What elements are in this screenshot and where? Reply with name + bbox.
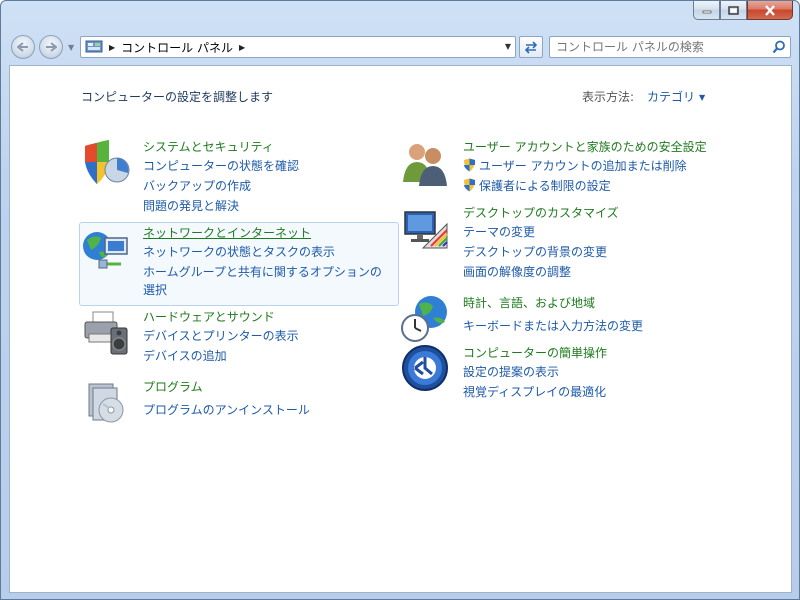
view-by-value: カテゴリ [647, 90, 696, 104]
maximize-button[interactable] [720, 1, 747, 20]
refresh-button[interactable] [519, 36, 543, 58]
users-icon [403, 144, 447, 186]
control-panel-icon [85, 40, 103, 53]
category-ease-of-access: コンピューターの簡単操作 設定の提案の表示 視覚ディスプレイの最適化 [401, 344, 741, 404]
forward-arrow-icon [46, 42, 57, 52]
uac-shield-icon [464, 178, 475, 192]
link-add-device[interactable]: デバイスの追加 [143, 347, 227, 364]
category-user-accounts: ユーザー アカウントと家族のための安全設定 ユーザー アカウントの追加または削除… [401, 138, 741, 194]
breadcrumb-control-panel[interactable]: コントロール パネル [121, 39, 233, 56]
refresh-icon [524, 41, 538, 54]
search-input[interactable] [550, 37, 762, 57]
close-icon [765, 4, 775, 16]
caption-buttons [693, 1, 793, 20]
category-title-network-internet[interactable]: ネットワークとインターネット [143, 224, 311, 241]
address-dropdown-icon[interactable]: ▼ [505, 42, 511, 51]
link-adjust-screen-resolution[interactable]: 画面の解像度の調整 [463, 263, 571, 280]
address-bar[interactable]: ▶ コントロール パネル ▶ ▼ [80, 36, 516, 58]
network-globe-icon [83, 232, 128, 269]
back-arrow-icon [17, 42, 28, 52]
link-parental-controls[interactable]: 保護者による制限の設定 [463, 177, 611, 194]
link-text: 保護者による制限の設定 [479, 179, 611, 193]
clock-globe-icon [401, 296, 447, 342]
view-by-label: 表示方法: [582, 90, 635, 104]
category-title-clock-language-region[interactable]: 時計、言語、および地域 [463, 294, 595, 311]
category-title-programs[interactable]: プログラム [143, 378, 203, 395]
minimize-icon [702, 10, 711, 14]
category-title-ease-of-access[interactable]: コンピューターの簡単操作 [463, 344, 607, 361]
link-uninstall-program[interactable]: プログラムのアンインストール [143, 401, 310, 418]
search-icon[interactable] [772, 40, 786, 54]
navigation-bar: ▼ ▶ コントロール パネル ▶ ▼ [1, 29, 799, 63]
link-add-remove-user-accounts[interactable]: ユーザー アカウントの追加または削除 [463, 157, 687, 174]
chevron-down-icon: ▼ [699, 93, 706, 102]
ease-of-access-icon [402, 345, 448, 391]
desktop-palette-icon [404, 211, 448, 249]
link-homegroup-sharing-options[interactable]: ホームグループと共有に関するオプションの [143, 263, 382, 280]
category-title-hardware-sound[interactable]: ハードウェアとサウンド [143, 308, 275, 325]
back-button[interactable] [11, 35, 35, 59]
category-title-desktop-customization[interactable]: デスクトップのカスタマイズ [463, 204, 619, 221]
minimize-button[interactable] [693, 1, 720, 20]
search-box[interactable] [549, 36, 791, 58]
category-title-system-security[interactable]: システムとセキュリティ [143, 138, 274, 155]
category-system-security: システムとセキュリティ コンピューターの状態を確認 バックアップの作成 問題の発… [81, 138, 401, 213]
forward-button[interactable] [39, 35, 63, 59]
link-view-devices-printers[interactable]: デバイスとプリンターの表示 [143, 327, 299, 344]
link-change-desktop-background[interactable]: デスクトップの背景の変更 [463, 243, 607, 260]
category-network-internet: ネットワークとインターネット ネットワークの状態とタスクの表示 ホームグループと… [81, 224, 401, 304]
link-create-backup[interactable]: バックアップの作成 [143, 177, 251, 194]
printer-speaker-icon [84, 311, 128, 355]
link-let-windows-suggest-settings[interactable]: 設定の提案の表示 [463, 363, 559, 380]
link-view-network-status[interactable]: ネットワークの状態とタスクの表示 [143, 243, 335, 260]
category-clock-language-region: 時計、言語、および地域 キーボードまたは入力方法の変更 [401, 294, 741, 344]
view-by-dropdown[interactable]: カテゴリ ▼ [647, 88, 705, 105]
uac-shield-icon [464, 158, 475, 172]
maximize-icon [728, 5, 739, 15]
link-optimize-visual-display[interactable]: 視覚ディスプレイの最適化 [463, 383, 606, 400]
link-text: ユーザー アカウントの追加または削除 [479, 159, 687, 173]
control-panel-window: ▼ ▶ コントロール パネル ▶ ▼ コントロール パネルの検索 コンピューター… [0, 0, 800, 600]
programs-icon [88, 383, 124, 423]
link-find-fix-problems[interactable]: 問題の発見と解決 [143, 197, 239, 214]
category-programs: プログラム プログラムのアンインストール [81, 378, 401, 428]
link-change-keyboard-input[interactable]: キーボードまたは入力方法の変更 [463, 317, 643, 334]
category-hardware-sound: ハードウェアとサウンド デバイスとプリンターの表示 デバイスの追加 [81, 308, 401, 364]
breadcrumb-arrow-icon[interactable]: ▶ [109, 43, 115, 52]
link-homegroup-sharing-options-cont[interactable]: 選択 [143, 281, 167, 298]
category-title-user-accounts[interactable]: ユーザー アカウントと家族のための安全設定 [463, 138, 707, 155]
close-button[interactable] [747, 1, 793, 20]
link-change-theme[interactable]: テーマの変更 [463, 223, 535, 240]
recent-pages-dropdown[interactable]: ▼ [68, 43, 74, 52]
breadcrumb-arrow-icon[interactable]: ▶ [239, 43, 245, 52]
link-check-computer-status[interactable]: コンピューターの状態を確認 [143, 157, 299, 174]
content-pane: コンピューターの設定を調整します 表示方法: カテゴリ ▼ システムとセキュリティ… [9, 65, 792, 593]
shield-icon [85, 140, 130, 184]
page-title: コンピューターの設定を調整します [81, 90, 274, 104]
category-desktop-customization: デスクトップのカスタマイズ テーマの変更 デスクトップの背景の変更 画面の解像度… [401, 204, 741, 279]
